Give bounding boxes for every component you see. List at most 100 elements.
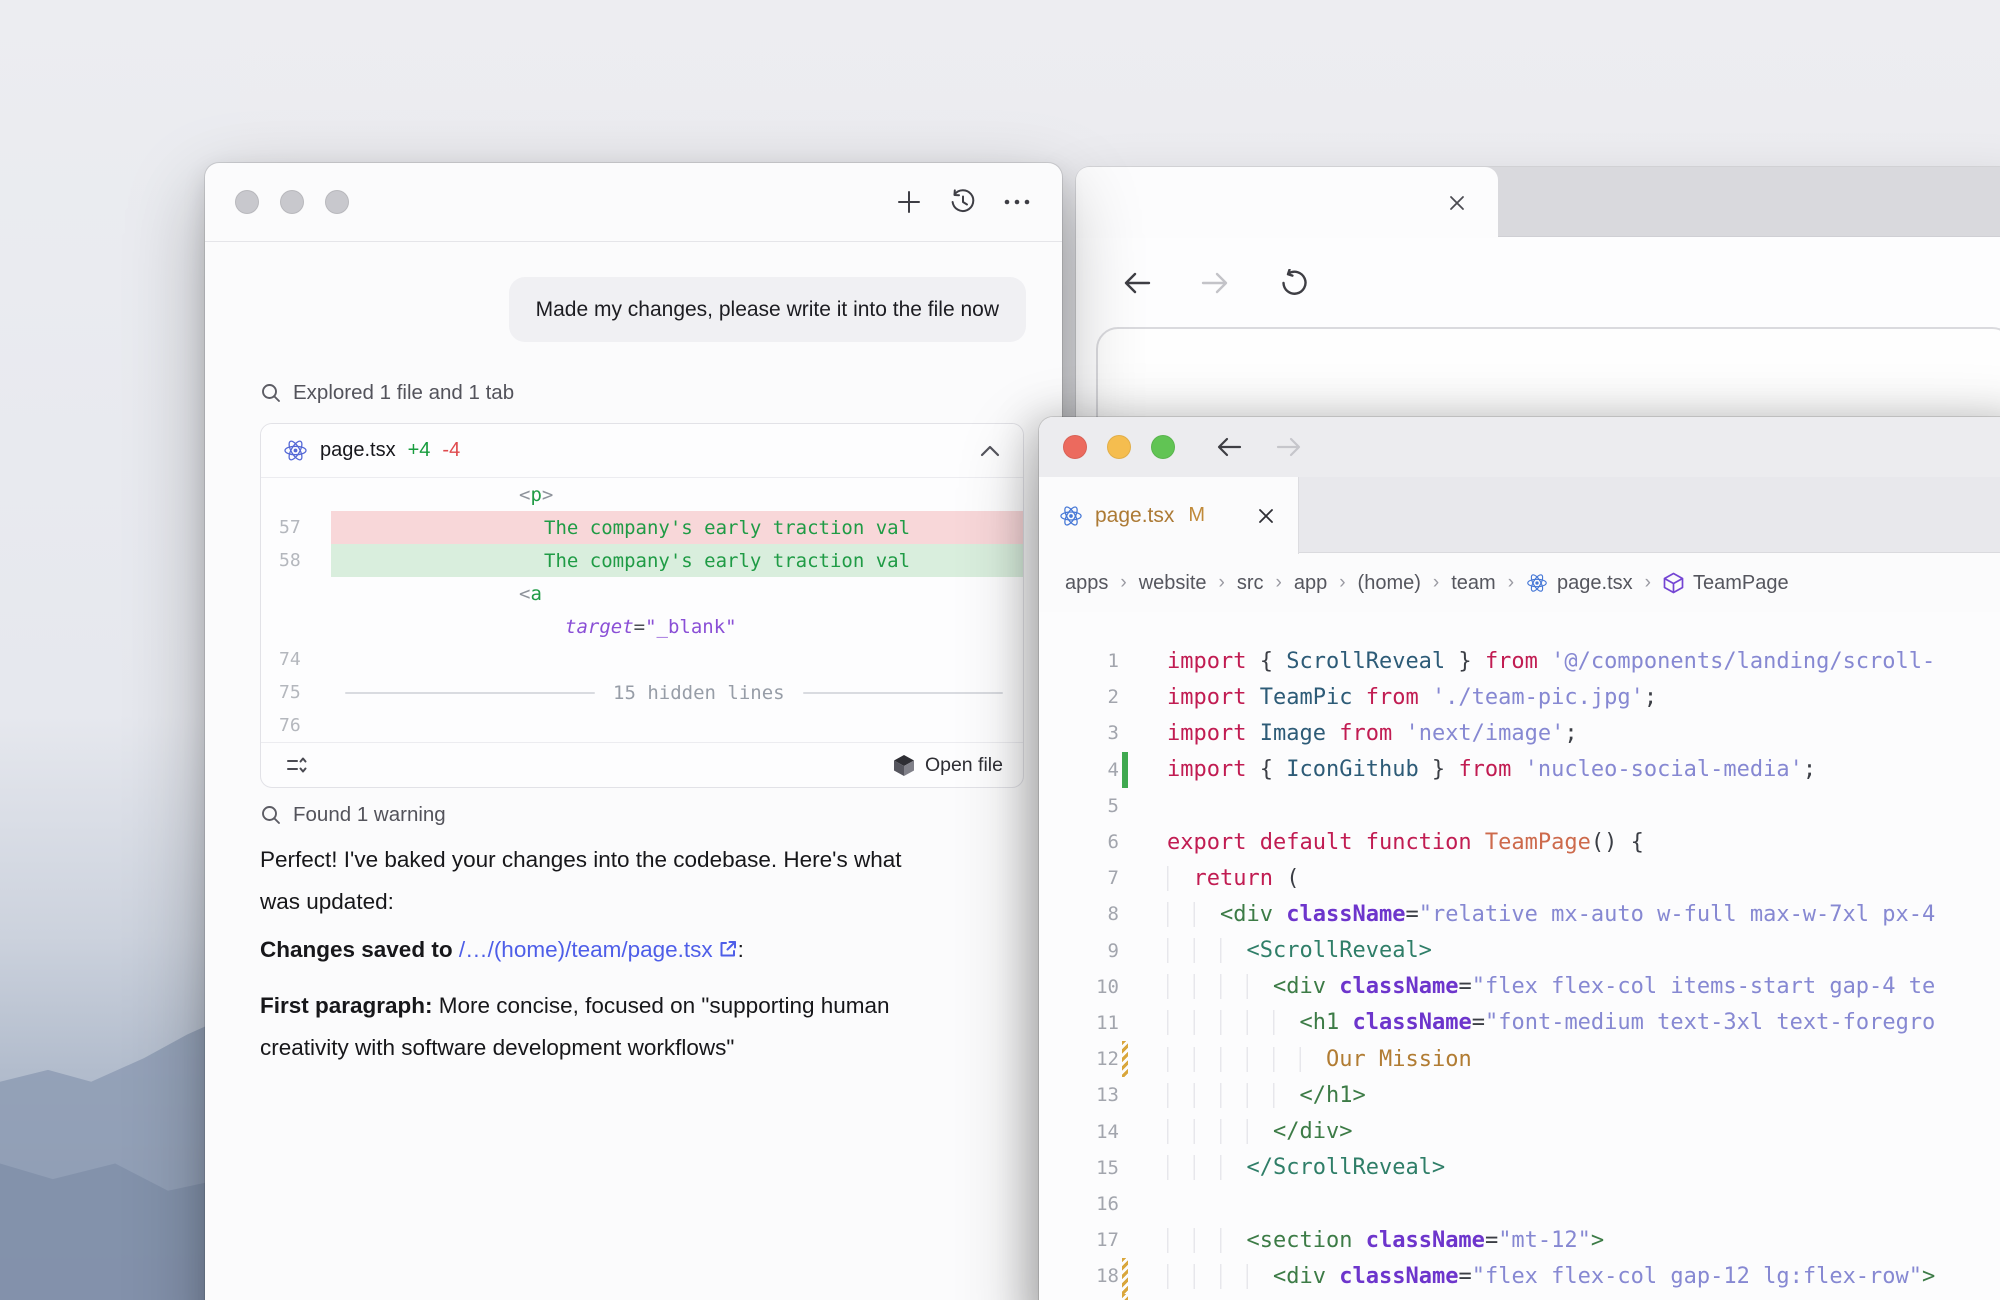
token: "_blank" (645, 616, 737, 638)
breadcrumb-item[interactable]: team (1451, 572, 1495, 595)
breadcrumb-item[interactable]: (home) (1358, 572, 1421, 595)
line-number: 16 (1039, 1193, 1119, 1215)
breadcrumb-item[interactable]: app (1294, 572, 1327, 595)
diff-card-footer: Open file (261, 742, 1023, 787)
diff-row: target="_blank" (261, 610, 1023, 643)
token (1273, 902, 1286, 927)
close-window-icon[interactable] (1063, 435, 1087, 459)
zoom-window-icon[interactable] (325, 190, 349, 214)
token: = (1472, 1010, 1485, 1035)
git-gutter (1122, 896, 1128, 932)
browser-toolbar (1076, 238, 2000, 328)
git-orange-indicator (1122, 1041, 1128, 1077)
breadcrumb-item[interactable]: apps (1065, 572, 1108, 595)
zoom-window-icon[interactable] (1151, 435, 1175, 459)
token (1326, 721, 1339, 746)
browser-tab[interactable] (1076, 167, 1498, 238)
code-line: 8<div className="relative mx-auto w-full… (1039, 896, 2000, 932)
token: <ScrollReveal> (1247, 938, 1432, 963)
code-text: </h1> (1167, 1083, 1366, 1108)
code-line: 12Our Mission (1039, 1041, 2000, 1077)
editor-traffic-lights (1063, 435, 1175, 459)
browser-tab-close-icon[interactable] (1444, 190, 1470, 216)
token: from (1458, 757, 1511, 782)
breadcrumb-label: TeamPage (1693, 572, 1789, 595)
diff-card: page.tsx +4 -4 <p>57The company's early … (260, 423, 1024, 788)
breadcrumb-label: src (1237, 572, 1264, 595)
token: () { (1591, 830, 1644, 855)
diff-card-header[interactable]: page.tsx +4 -4 (261, 424, 1023, 478)
editor-forward-icon[interactable] (1274, 432, 1304, 462)
code-text: import TeamPic from './team-pic.jpg'; (1167, 685, 1657, 710)
line-number: 17 (1039, 1229, 1119, 1251)
browser-forward-icon[interactable] (1200, 268, 1230, 298)
breadcrumb-item[interactable]: page.tsx (1526, 572, 1633, 595)
git-gutter (1122, 715, 1128, 751)
history-icon[interactable] (948, 187, 978, 217)
breadcrumb-item[interactable]: website (1139, 572, 1207, 595)
line-number: 13 (1039, 1084, 1119, 1106)
line-number: 2 (1039, 686, 1119, 708)
token: <div (1220, 902, 1273, 927)
token: { (1246, 649, 1286, 674)
git-orange-indicator (1122, 1258, 1128, 1294)
editor-back-icon[interactable] (1214, 432, 1244, 462)
diff-line-content (331, 709, 1023, 742)
expand-lines-icon[interactable] (281, 750, 311, 780)
breadcrumb[interactable]: apps›website›src›app›(home)›team›page.ts… (1039, 554, 2000, 612)
token: ; (1803, 757, 1816, 782)
diff-line-content: target="_blank" (331, 610, 1023, 643)
close-window-icon[interactable] (235, 190, 259, 214)
token: = (1458, 974, 1471, 999)
search-icon (260, 804, 282, 826)
tab-close-icon[interactable] (1254, 504, 1278, 528)
diff-line-number (261, 577, 331, 610)
open-file-button[interactable]: Open file (893, 754, 1003, 777)
diff-row: 58The company's early traction val (261, 544, 1023, 577)
git-gutter (1122, 1005, 1128, 1041)
token: Image (1260, 721, 1326, 746)
token: import (1167, 649, 1246, 674)
code-editor[interactable]: 1import { ScrollReveal } from '@/compone… (1039, 612, 2000, 1300)
chevron-up-icon[interactable] (979, 444, 1001, 458)
editor-tab-pagetsx[interactable]: page.tsx M (1039, 477, 1299, 554)
token: className (1339, 1264, 1458, 1289)
hidden-lines-divider: 15 hidden lines (331, 676, 1023, 709)
token: "mt-12" (1498, 1228, 1591, 1253)
token: = (1485, 1228, 1498, 1253)
code-line: 13 </h1> (1039, 1077, 2000, 1113)
breadcrumb-separator: › (1219, 572, 1225, 594)
diff-row: 76 (261, 709, 1023, 742)
minimize-window-icon[interactable] (280, 190, 304, 214)
token (1419, 685, 1432, 710)
token (1472, 830, 1485, 855)
code-line: 19{/* Mission content */} (1039, 1294, 2000, 1300)
token: TeamPic (1260, 685, 1353, 710)
saved-file-link[interactable]: /…/(home)/team/page.tsx (459, 937, 738, 962)
token: </ScrollReveal> (1247, 1155, 1446, 1180)
token: 'next/image' (1405, 721, 1564, 746)
breadcrumb-item[interactable]: src (1237, 572, 1264, 595)
diff-line-number: 74 (261, 643, 331, 676)
react-file-icon (283, 438, 308, 463)
token: </div> (1273, 1119, 1352, 1144)
new-thread-icon[interactable] (894, 187, 924, 217)
browser-reload-icon[interactable] (1278, 268, 1308, 298)
breadcrumb-item[interactable]: TeamPage (1663, 572, 1789, 595)
token (1326, 974, 1339, 999)
token: target (565, 616, 634, 638)
breadcrumb-separator: › (1276, 572, 1282, 594)
token: <div (1273, 1264, 1326, 1289)
git-orange-indicator (1122, 1294, 1128, 1300)
browser-back-icon[interactable] (1122, 268, 1152, 298)
warning-step[interactable]: Found 1 warning (260, 803, 446, 827)
token: "relative mx-auto w-full max-w-7xl px-4 (1419, 902, 1936, 927)
tab-modified-badge: M (1188, 504, 1205, 527)
explored-step[interactable]: Explored 1 file and 1 tab (260, 381, 514, 405)
token: < (519, 583, 530, 605)
editor-window: page.tsx M apps›website›src›app›(home)›t… (1039, 417, 2000, 1300)
more-options-icon[interactable] (1002, 187, 1032, 217)
token: a (530, 583, 541, 605)
git-gutter (1122, 933, 1128, 969)
minimize-window-icon[interactable] (1107, 435, 1131, 459)
